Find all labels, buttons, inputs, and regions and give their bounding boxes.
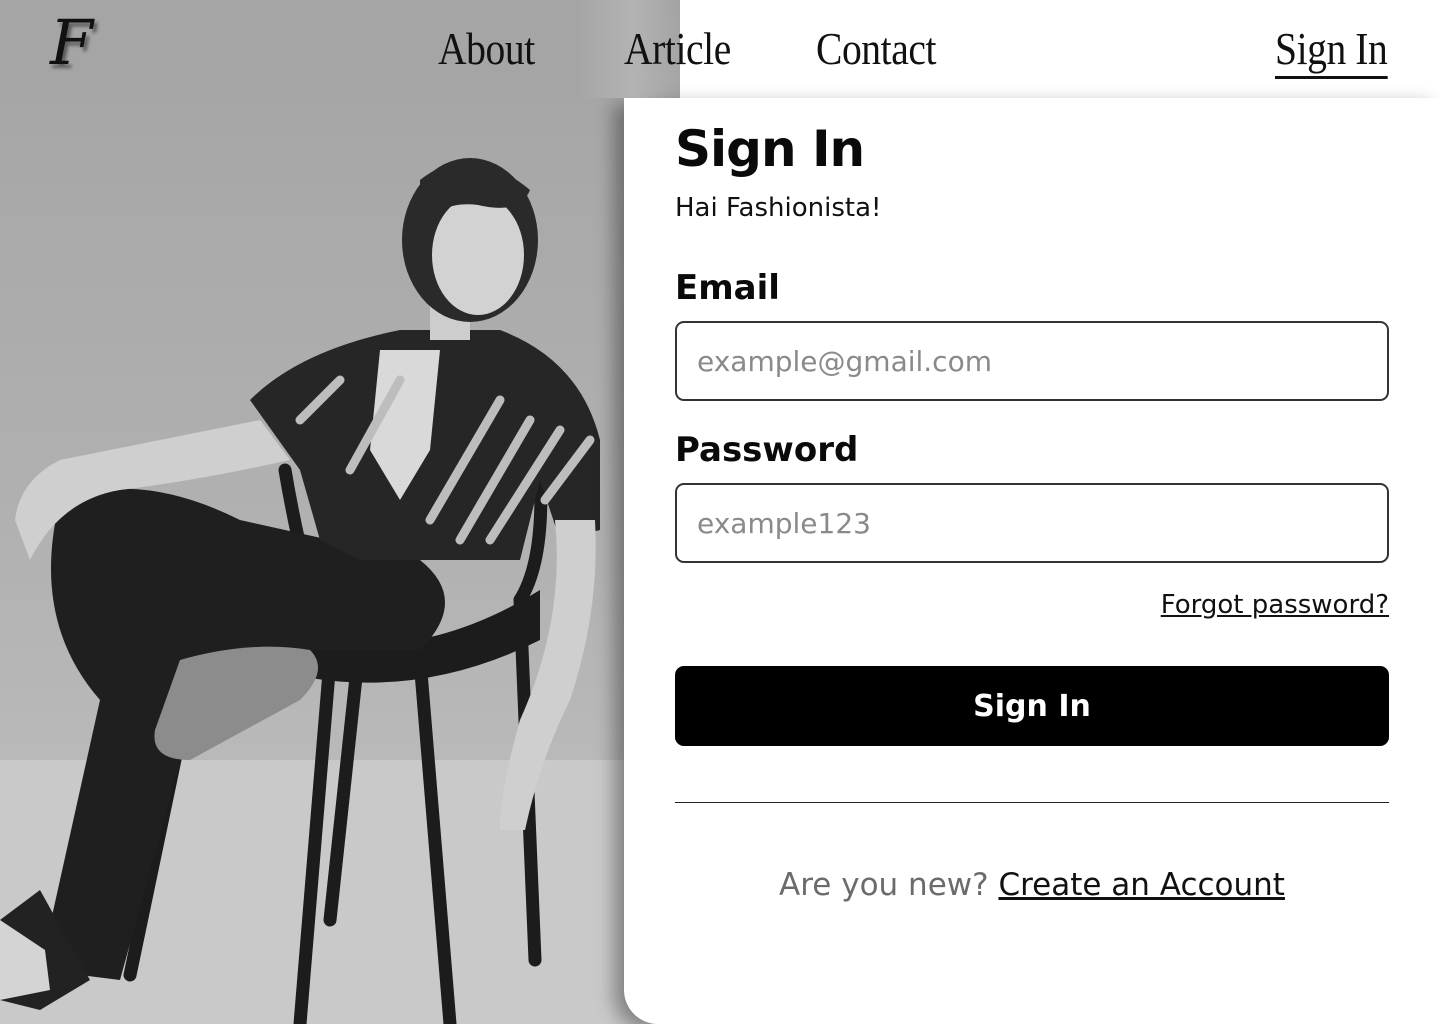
top-navigation-bar: F About Article Contact Sign In bbox=[0, 0, 1440, 98]
nav-sign-in-link[interactable]: Sign In bbox=[1275, 22, 1388, 79]
new-user-prompt-text: Are you new? bbox=[779, 867, 989, 903]
password-label: Password bbox=[675, 430, 859, 470]
divider bbox=[675, 802, 1389, 803]
create-account-link[interactable]: Create an Account bbox=[998, 867, 1285, 903]
greeting-subtitle: Hai Fashionista! bbox=[675, 193, 882, 223]
nav-about-link[interactable]: About bbox=[438, 22, 535, 76]
script-f-logo-icon[interactable]: F bbox=[50, 8, 130, 78]
email-field[interactable] bbox=[675, 321, 1389, 401]
password-field[interactable] bbox=[675, 483, 1389, 563]
nav-contact-link[interactable]: Contact bbox=[816, 22, 936, 76]
email-label: Email bbox=[675, 268, 780, 308]
hero-photo bbox=[0, 0, 680, 1024]
nav-article-link[interactable]: Article bbox=[624, 22, 731, 76]
create-account-prompt: Are you new? Create an Account bbox=[675, 866, 1389, 904]
model-on-chair-illustration bbox=[0, 158, 680, 1024]
sign-in-button[interactable]: Sign In bbox=[675, 666, 1389, 746]
page-title: Sign In bbox=[675, 120, 865, 178]
sign-in-card: Sign In Hai Fashionista! Email Password … bbox=[624, 98, 1440, 1024]
forgot-password-link[interactable]: Forgot password? bbox=[1161, 588, 1389, 622]
